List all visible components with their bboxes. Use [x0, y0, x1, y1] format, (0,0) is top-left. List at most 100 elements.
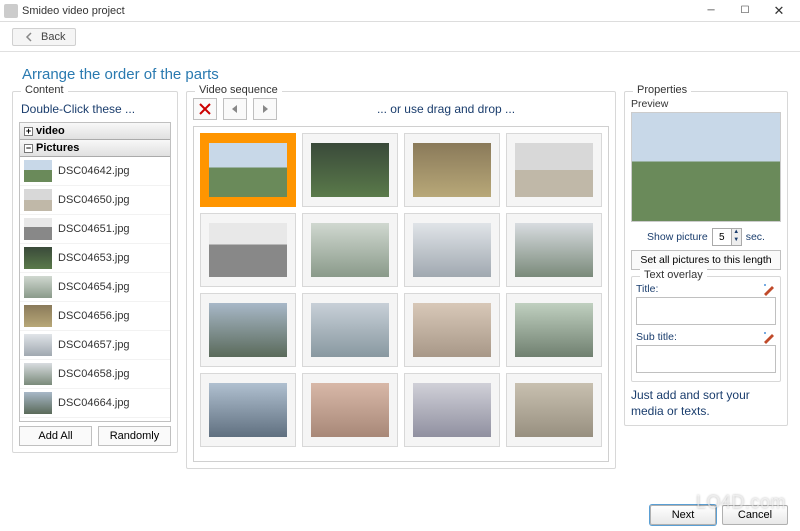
thumbnail-icon: [24, 247, 52, 269]
titlebar: Smideo video project ─ ☐ ✕: [0, 0, 800, 22]
tree-node-pictures[interactable]: − Pictures: [20, 140, 170, 157]
minimize-button[interactable]: ─: [694, 1, 728, 21]
back-label: Back: [41, 31, 65, 43]
sequence-item[interactable]: [506, 213, 602, 287]
window-title: Smideo video project: [22, 5, 125, 17]
file-name: DSC04657.jpg: [58, 339, 130, 351]
spin-up-icon[interactable]: ▲: [731, 229, 741, 237]
thumbnail: [209, 303, 287, 357]
thumbnail: [413, 303, 491, 357]
chevron-left-icon: [23, 31, 35, 43]
thumbnail-icon: [24, 305, 52, 327]
nav-row: Back: [0, 22, 800, 52]
sequence-item[interactable]: [200, 293, 296, 367]
thumbnail: [413, 143, 491, 197]
file-name: DSC04653.jpg: [58, 252, 130, 264]
tree-node-video[interactable]: + video: [20, 123, 170, 140]
thumbnail-icon: [24, 189, 52, 211]
duration-input[interactable]: [713, 229, 731, 245]
add-all-button[interactable]: Add All: [19, 426, 92, 446]
thumbnail: [515, 143, 593, 197]
edit-subtitle-icon[interactable]: [762, 330, 776, 344]
sequence-item[interactable]: [506, 373, 602, 447]
sequence-item[interactable]: [200, 213, 296, 287]
sequence-item[interactable]: [404, 213, 500, 287]
thumbnail-icon: [24, 218, 52, 240]
thumbnail-icon: [24, 363, 52, 385]
sequence-item[interactable]: [404, 293, 500, 367]
thumbnail: [311, 383, 389, 437]
sequence-item[interactable]: [506, 133, 602, 207]
list-item[interactable]: DSC04664.jpg: [20, 389, 170, 418]
duration-stepper[interactable]: ▲▼: [712, 228, 742, 246]
file-name: DSC04650.jpg: [58, 194, 130, 206]
maximize-button[interactable]: ☐: [728, 1, 762, 21]
close-button[interactable]: ✕: [762, 1, 796, 21]
delete-x-icon: [198, 102, 212, 116]
move-left-button[interactable]: [223, 98, 247, 120]
randomly-button[interactable]: Randomly: [98, 426, 171, 446]
arrow-right-icon: [259, 103, 271, 115]
next-button[interactable]: Next: [650, 505, 716, 525]
expand-icon[interactable]: +: [24, 127, 33, 136]
list-item[interactable]: DSC04651.jpg: [20, 215, 170, 244]
thumbnail: [311, 303, 389, 357]
list-item[interactable]: DSC04642.jpg: [20, 157, 170, 186]
set-all-button[interactable]: Set all pictures to this length: [631, 250, 781, 270]
preview-label: Preview: [631, 98, 781, 110]
thumbnail: [311, 143, 389, 197]
content-panel: Content Double-Click these ... + video −…: [12, 91, 178, 453]
content-hint: Double-Click these ...: [19, 98, 171, 122]
list-item[interactable]: DSC04653.jpg: [20, 244, 170, 273]
arrow-left-icon: [229, 103, 241, 115]
tip-text: Just add and sort your media or texts.: [631, 388, 781, 419]
thumbnail: [413, 383, 491, 437]
text-overlay-panel: Text overlay Title: Sub title:: [631, 276, 781, 382]
sequence-item[interactable]: [302, 373, 398, 447]
sequence-panel: Video sequence ... or use drag and drop …: [186, 91, 616, 469]
back-button[interactable]: Back: [12, 28, 76, 46]
show-picture-label: Show picture: [647, 231, 708, 243]
sequence-item[interactable]: [506, 293, 602, 367]
sequence-hint: ... or use drag and drop ...: [283, 102, 609, 116]
sequence-item-selected[interactable]: [200, 133, 296, 207]
sequence-item[interactable]: [302, 213, 398, 287]
sequence-item[interactable]: [200, 373, 296, 447]
sequence-item[interactable]: [404, 133, 500, 207]
file-name: DSC04651.jpg: [58, 223, 130, 235]
list-item[interactable]: DSC04656.jpg: [20, 302, 170, 331]
spin-down-icon[interactable]: ▼: [731, 237, 741, 245]
thumbnail: [311, 223, 389, 277]
list-item[interactable]: DSC04650.jpg: [20, 186, 170, 215]
file-name: DSC04656.jpg: [58, 310, 130, 322]
subtitle-input[interactable]: [636, 345, 776, 373]
thumbnail: [515, 303, 593, 357]
content-tree[interactable]: + video − Pictures DSC04642.jpg DSC04650…: [19, 122, 171, 422]
list-item[interactable]: DSC04654.jpg: [20, 273, 170, 302]
move-right-button[interactable]: [253, 98, 277, 120]
thumbnail: [209, 223, 287, 277]
thumbnail-icon: [24, 392, 52, 414]
list-item[interactable]: DSC04657.jpg: [20, 331, 170, 360]
thumbnail-icon: [24, 276, 52, 298]
properties-legend: Properties: [633, 84, 691, 96]
collapse-icon[interactable]: −: [24, 144, 33, 153]
app-icon: [4, 4, 18, 18]
content-legend: Content: [21, 84, 68, 96]
tree-node-pictures-label: Pictures: [36, 142, 79, 154]
sequence-item[interactable]: [404, 373, 500, 447]
sequence-grid[interactable]: [193, 126, 609, 462]
list-item[interactable]: DSC04658.jpg: [20, 360, 170, 389]
thumbnail: [515, 383, 593, 437]
sequence-item[interactable]: [302, 293, 398, 367]
edit-title-icon[interactable]: [762, 282, 776, 296]
thumbnail-icon: [24, 334, 52, 356]
delete-button[interactable]: [193, 98, 217, 120]
cancel-button[interactable]: Cancel: [722, 505, 788, 525]
sequence-item[interactable]: [302, 133, 398, 207]
thumbnail: [515, 223, 593, 277]
title-input[interactable]: [636, 297, 776, 325]
thumbnail-icon: [24, 160, 52, 182]
sequence-legend: Video sequence: [195, 84, 282, 96]
file-name: DSC04664.jpg: [58, 397, 130, 409]
